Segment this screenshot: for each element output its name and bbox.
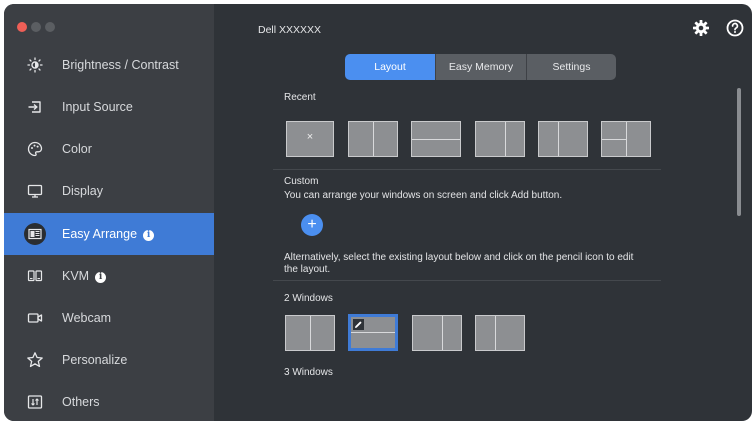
sidebar-item-display[interactable]: Display <box>4 170 214 212</box>
three-windows-heading: 3 Windows <box>284 367 333 378</box>
sidebar-item-label: Easy Arrange <box>62 227 138 241</box>
easy-arrange-icon <box>24 223 46 245</box>
sidebar-item-label: Webcam <box>62 311 112 325</box>
help-icon[interactable] <box>726 19 744 37</box>
content-scrollbar[interactable] <box>737 88 741 216</box>
sun-icon <box>24 54 46 76</box>
sidebar-item-label-wrap: Easy Arrange i <box>62 227 155 241</box>
two-windows-heading: 2 Windows <box>284 293 333 304</box>
divider <box>273 169 661 170</box>
zoom-window-button[interactable] <box>45 22 55 32</box>
add-layout-button[interactable]: + <box>301 214 323 236</box>
tab-bar: Layout Easy Memory Settings <box>345 54 616 80</box>
layout-2-columns[interactable] <box>285 315 335 351</box>
sidebar-item-others[interactable]: Others <box>4 381 214 421</box>
sidebar: Brightness / Contrast Input Source Color… <box>4 4 214 421</box>
sidebar-item-label: Display <box>62 184 103 198</box>
empty-layout-mark: × <box>306 131 314 143</box>
sidebar-item-label: Others <box>62 395 100 409</box>
kvm-icon <box>24 265 46 287</box>
minimize-window-button[interactable] <box>31 22 41 32</box>
custom-heading: Custom <box>284 176 319 187</box>
sidebar-item-color[interactable]: Color <box>4 128 214 170</box>
close-window-button[interactable] <box>17 22 27 32</box>
custom-instructions: You can arrange your windows on screen a… <box>284 190 563 201</box>
star-icon <box>24 349 46 371</box>
tab-easy-memory[interactable]: Easy Memory <box>435 54 526 80</box>
layout-wide-right[interactable] <box>475 315 525 351</box>
main-panel: Dell XXXXXX Layout Easy Memory Settings … <box>214 4 752 421</box>
gear-icon[interactable] <box>692 19 710 37</box>
recent-heading: Recent <box>284 92 316 103</box>
input-source-icon <box>24 96 46 118</box>
sidebar-item-kvm[interactable]: KVM i <box>4 255 214 297</box>
pencil-icon[interactable] <box>353 319 364 330</box>
tab-settings[interactable]: Settings <box>526 54 616 80</box>
app-window: Brightness / Contrast Input Source Color… <box>4 4 752 421</box>
sidebar-item-input-source[interactable]: Input Source <box>4 86 214 128</box>
sidebar-item-label: Brightness / Contrast <box>62 58 179 72</box>
recent-layout-2-rows[interactable] <box>411 121 461 157</box>
sidebar-item-label: Input Source <box>62 100 133 114</box>
recent-layout-2-columns[interactable] <box>348 121 398 157</box>
layout-wide-left[interactable] <box>412 315 462 351</box>
palette-icon <box>24 138 46 160</box>
sidebar-item-brightness-contrast[interactable]: Brightness / Contrast <box>4 44 214 86</box>
others-icon <box>24 391 46 413</box>
sidebar-item-easy-arrange[interactable]: Easy Arrange i <box>4 213 214 255</box>
info-icon[interactable]: i <box>95 272 107 283</box>
sidebar-item-label: KVM <box>62 269 90 283</box>
recent-layout-wide-right[interactable] <box>538 121 588 157</box>
monitor-name: Dell XXXXXX <box>258 24 322 36</box>
divider <box>273 280 661 281</box>
monitor-icon <box>24 180 46 202</box>
sidebar-item-label: Personalize <box>62 353 128 367</box>
alternative-instructions-line-2: the layout. <box>284 264 331 275</box>
recent-layout-empty[interactable]: × <box>286 121 334 157</box>
recent-layout-3-grid[interactable] <box>601 121 651 157</box>
sidebar-item-label: Color <box>62 142 92 156</box>
tab-layout[interactable]: Layout <box>345 54 435 80</box>
sidebar-item-label-wrap: KVM i <box>62 269 107 283</box>
info-icon[interactable]: i <box>143 230 155 241</box>
webcam-icon <box>24 307 46 329</box>
alternative-instructions-line-1: Alternatively, select the existing layou… <box>284 252 634 263</box>
layout-2-rows-selected[interactable] <box>349 315 397 350</box>
sidebar-item-personalize[interactable]: Personalize <box>4 339 214 381</box>
recent-layout-wide-left[interactable] <box>475 121 525 157</box>
sidebar-item-webcam[interactable]: Webcam <box>4 297 214 339</box>
